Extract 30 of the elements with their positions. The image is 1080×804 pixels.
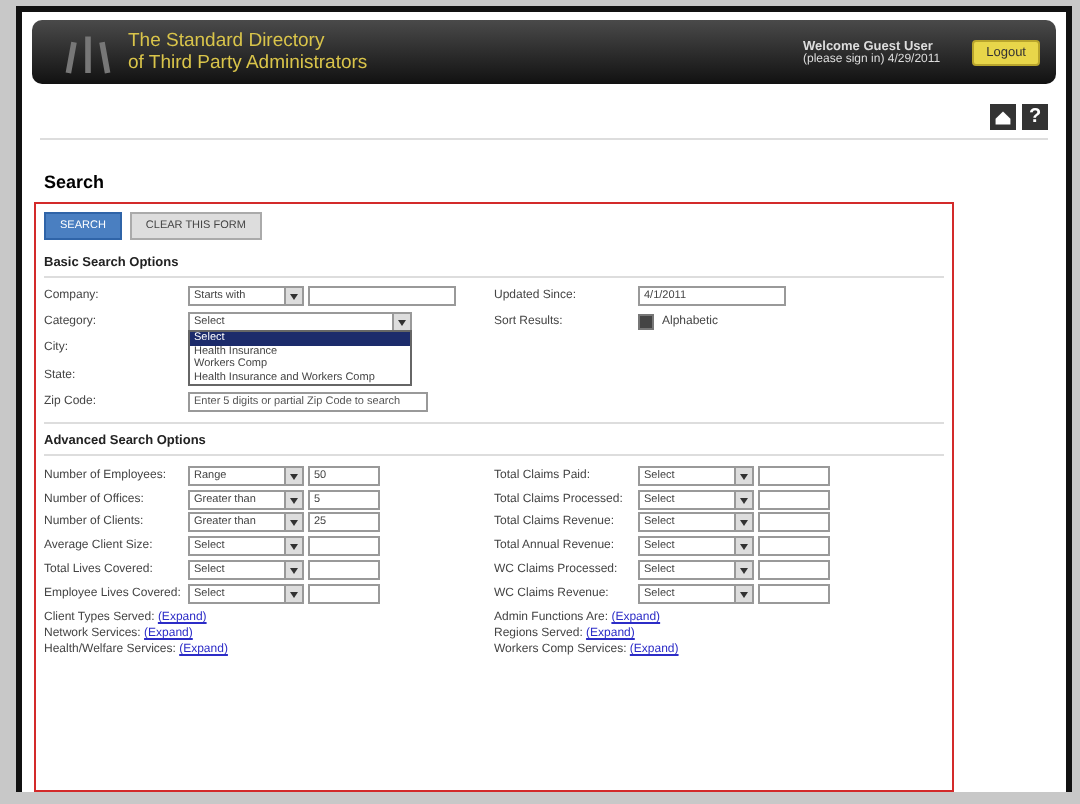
caret-icon [734, 467, 752, 484]
page-title: Search [44, 172, 107, 192]
help-button[interactable]: ? [1022, 104, 1048, 130]
caret-icon [734, 561, 752, 578]
caret-icon [734, 491, 752, 508]
input-field[interactable] [758, 583, 830, 604]
input-field[interactable] [758, 536, 830, 557]
checkbox[interactable] [638, 314, 654, 331]
home-icon[interactable] [990, 104, 1016, 130]
input-field[interactable] [308, 536, 380, 557]
input-field[interactable] [758, 465, 830, 486]
input-field[interactable] [308, 286, 456, 307]
caret-icon [734, 538, 752, 555]
site-title: The Standard Directory [128, 30, 327, 52]
input-field[interactable] [308, 559, 380, 580]
input-field[interactable] [758, 489, 830, 510]
caret-icon [284, 585, 302, 602]
caret-icon [284, 514, 302, 531]
caret-icon [392, 314, 410, 331]
site-title: of Third Party Administrators [128, 52, 370, 74]
caret-icon [284, 561, 302, 578]
input-field[interactable] [308, 583, 380, 604]
caret-icon [734, 514, 752, 531]
input-field[interactable] [758, 512, 830, 533]
caret-icon [284, 467, 302, 484]
caret-icon [284, 288, 302, 305]
caret-icon [284, 491, 302, 508]
input-field[interactable] [758, 559, 830, 580]
caret-icon [284, 538, 302, 555]
caret-icon [734, 585, 752, 602]
